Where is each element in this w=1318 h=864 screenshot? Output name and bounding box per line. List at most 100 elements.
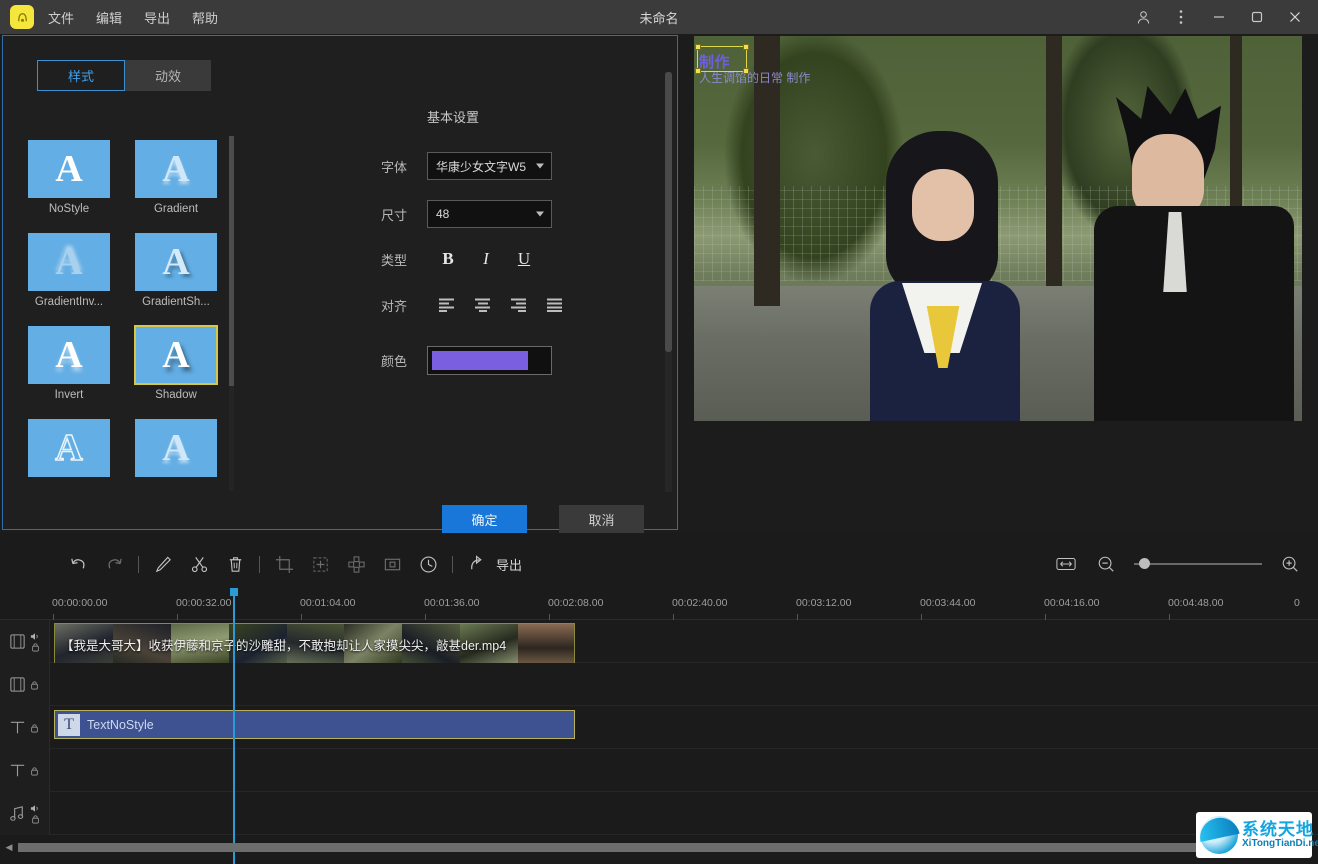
type-label: 类型 [381,250,427,269]
style-thumb: A [135,419,217,477]
style-thumb: A [135,140,217,198]
resize-handle[interactable] [695,68,701,74]
size-label: 尺寸 [381,205,427,224]
mosaic-button[interactable] [338,548,374,580]
cancel-button[interactable]: 取消 [559,505,644,534]
share-button[interactable] [459,548,495,580]
track-row: T TextNoStyle [0,706,1318,749]
style-preset-shadow[interactable]: A Shadow [135,326,217,401]
playhead-handle[interactable] [230,588,238,596]
scrollbar-thumb[interactable] [665,72,672,352]
text-clip-icon: T [58,714,80,736]
resize-handle[interactable] [743,68,749,74]
music-icon [8,804,27,823]
font-select[interactable]: 华康少女文字W5 [427,152,552,180]
text-selection-box[interactable] [697,46,747,72]
align-left-icon[interactable] [435,295,459,315]
audio-track-1-body[interactable] [50,792,1318,834]
ruler-tick: 00:01:04.00 [300,597,355,609]
text-track-2-header[interactable] [0,749,50,792]
timeline-hscrollbar[interactable]: ◀ [0,840,1318,854]
timeline-ruler[interactable]: 00:00:00.00 00:00:32.00 00:01:04.00 00:0… [0,594,1318,620]
align-justify-icon[interactable] [543,295,567,315]
close-button[interactable] [1278,0,1312,34]
redo-button[interactable] [96,548,132,580]
tab-style[interactable]: 样式 [37,60,125,91]
style-preset-outline[interactable]: A [28,419,110,482]
size-select[interactable]: 48 [427,200,552,228]
style-preset-list[interactable]: A NoStyle A Gradient A GradientInv... A … [19,136,235,496]
speaker-icon [30,804,40,813]
zoom-track [1134,563,1262,565]
color-select[interactable] [427,346,552,375]
style-preset-gradientshadow[interactable]: A GradientSh... [135,233,217,308]
playhead[interactable] [233,594,235,864]
style-label: Invert [28,389,110,401]
lock-icon [30,680,39,690]
confirm-button[interactable]: 确定 [442,505,527,534]
maximize-button[interactable] [1240,0,1274,34]
style-preset-invert[interactable]: A Invert [28,326,110,401]
menu-edit[interactable]: 编辑 [96,8,122,27]
transform-button[interactable] [302,548,338,580]
menu-file[interactable]: 文件 [48,8,74,27]
zoom-thumb[interactable] [1139,558,1150,569]
film-icon [8,675,27,694]
text-editor-dialog: 样式 动效 A NoStyle A Gradient A GradientInv… [2,35,678,530]
speed-button[interactable] [410,548,446,580]
style-thumb: A [28,233,110,291]
scroll-left-arrow[interactable]: ◀ [0,842,18,853]
text-clip[interactable]: T TextNoStyle [54,710,575,739]
watermark: 系统天地 XiTongTianDi.net [1196,812,1312,858]
style-label: GradientInv... [28,296,110,308]
delete-button[interactable] [217,548,253,580]
text-track-1-header[interactable] [0,706,50,749]
video-track-2-body[interactable] [50,663,1318,705]
align-right-icon[interactable] [507,295,531,315]
tab-animation[interactable]: 动效 [125,60,211,91]
minimize-button[interactable] [1202,0,1236,34]
video-track-1-body[interactable]: 【我是大哥大】收获伊藤和京子的沙雕甜，不敢抱却让人家摸尖尖，敲甚der.mp4 [50,620,1318,662]
menu-export[interactable]: 导出 [144,8,170,27]
ruler-tick: 00:04:16.00 [1044,597,1099,609]
text-track-1-body[interactable]: T TextNoStyle [50,706,1318,748]
dialog-scrollbar[interactable] [665,72,672,492]
timeline-zoom-controls [1048,542,1308,586]
ruler-tick: 00:00:32.00 [176,597,231,609]
zoom-in-button[interactable] [1272,548,1308,580]
style-preset-gradient[interactable]: A Gradient [135,140,217,215]
style-thumb: A [28,326,110,384]
speaker-icon [30,632,40,641]
fit-to-window-button[interactable] [1048,548,1084,580]
style-preset-nostyle[interactable]: A NoStyle [28,140,110,215]
pip-button[interactable] [374,548,410,580]
italic-button[interactable]: I [473,247,499,271]
style-preset-extra[interactable]: A [135,419,217,482]
undo-button[interactable] [60,548,96,580]
underline-button[interactable]: U [511,247,537,271]
scrollbar-thumb[interactable] [229,136,234,386]
bold-button[interactable]: B [435,247,461,271]
crop-button[interactable] [266,548,302,580]
more-options-icon[interactable] [1164,0,1198,34]
size-row: 尺寸 48 [381,200,552,228]
style-preset-gradientinv[interactable]: A GradientInv... [28,233,110,308]
audio-track-1-header[interactable] [0,792,50,835]
export-label[interactable]: 导出 [496,555,522,574]
zoom-out-button[interactable] [1088,548,1124,580]
resize-handle[interactable] [743,44,749,50]
resize-handle[interactable] [695,44,701,50]
zoom-slider[interactable] [1134,556,1262,572]
menu-help[interactable]: 帮助 [192,8,218,27]
video-track-1-header[interactable] [0,620,50,663]
video-preview[interactable]: 人生调馅的日常 制作 制作 [694,36,1302,421]
style-list-scrollbar[interactable] [229,136,234,491]
split-button[interactable] [181,548,217,580]
scrollbar-thumb[interactable] [18,843,1258,852]
video-track-2-header[interactable] [0,663,50,706]
edit-button[interactable] [145,548,181,580]
scrollbar-track[interactable] [18,843,1310,852]
text-track-2-body[interactable] [50,749,1318,791]
align-center-icon[interactable] [471,295,495,315]
account-icon[interactable] [1126,0,1160,34]
